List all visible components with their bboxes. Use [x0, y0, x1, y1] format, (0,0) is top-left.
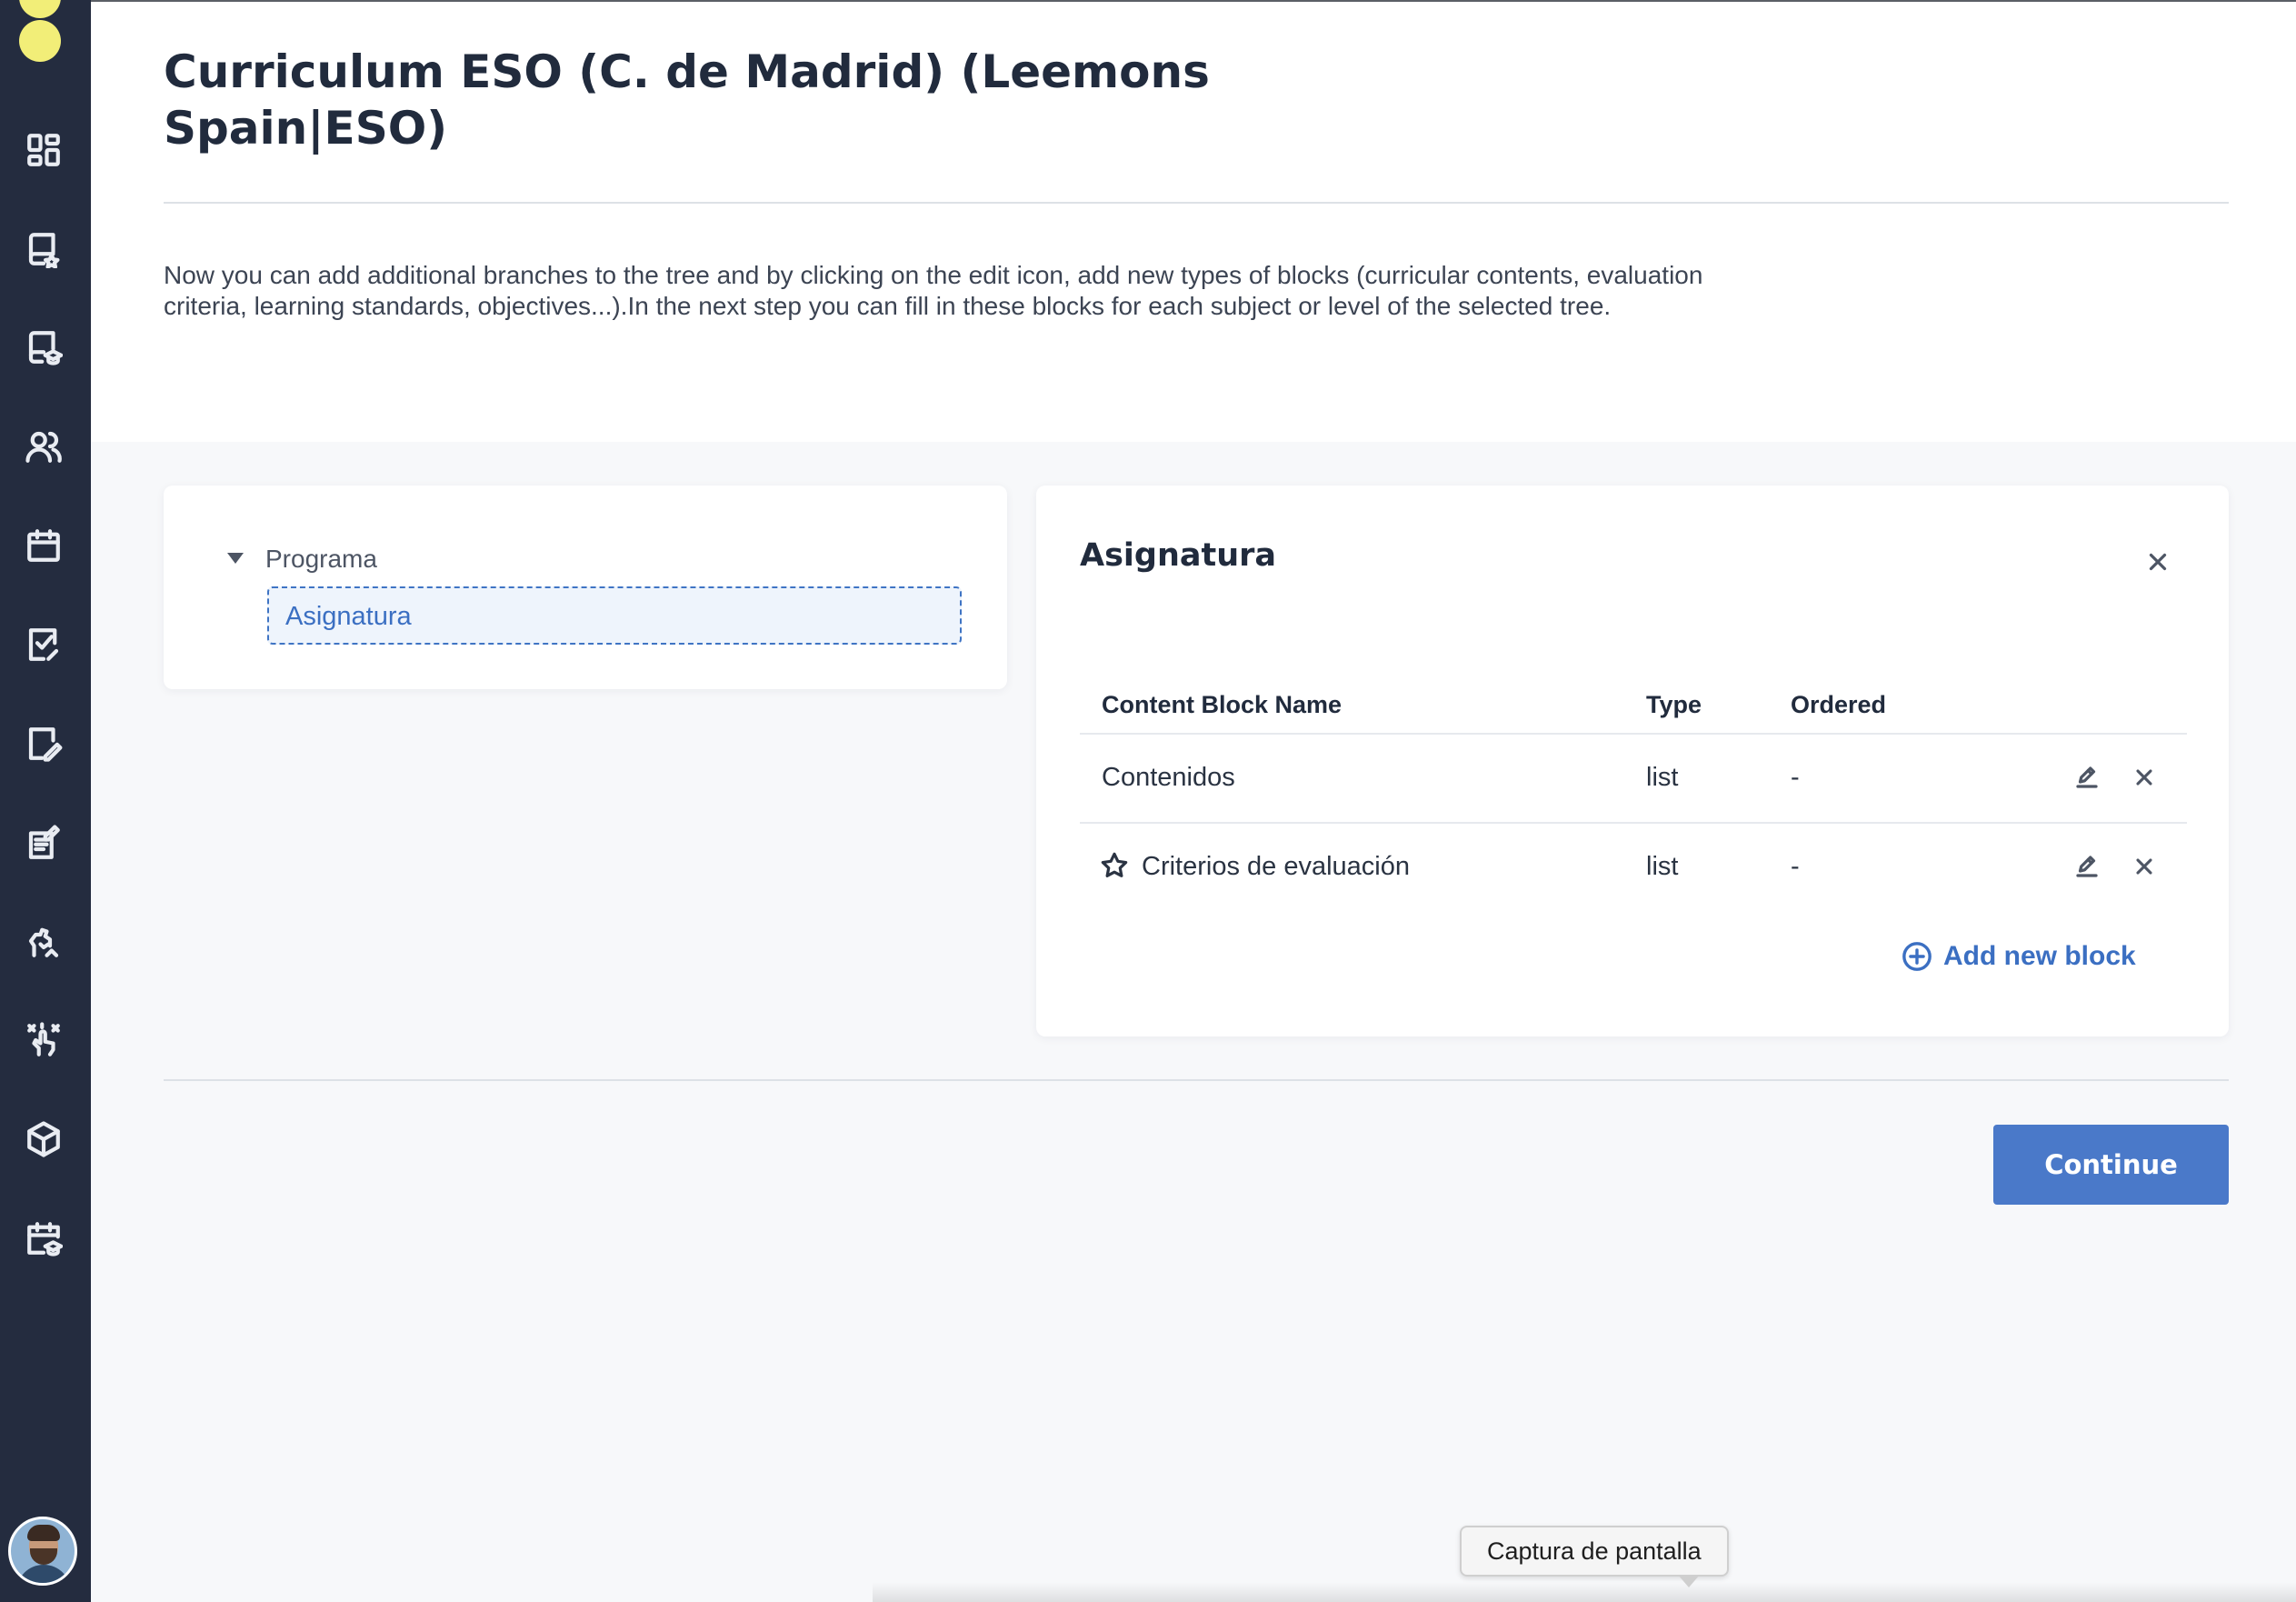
user-avatar[interactable]: [8, 1517, 77, 1586]
tooltip-pointer: [1678, 1575, 1700, 1587]
add-new-block-label: Add new block: [1943, 941, 2136, 971]
page-description: Now you can add additional branches to t…: [164, 261, 1703, 320]
header-divider: [164, 202, 2229, 204]
footer-divider: [164, 1079, 2229, 1081]
plus-circle-icon: [1902, 942, 1932, 971]
continue-button[interactable]: Continue: [1993, 1125, 2229, 1205]
delete-icon[interactable]: [2124, 846, 2164, 886]
main-area: Curriculum ESO (C. de Madrid) (Leemons S…: [91, 0, 2296, 1602]
notes-icon[interactable]: [24, 823, 64, 863]
star-icon[interactable]: [1100, 851, 1131, 882]
tree-node-selected[interactable]: Asignatura: [267, 586, 962, 645]
sidebar: [0, 0, 91, 1602]
page-title: Curriculum ESO (C. de Madrid) (Leemons S…: [164, 45, 1210, 155]
row-ordered: -: [1791, 763, 1800, 792]
users-icon[interactable]: [24, 426, 64, 466]
column-header-name: Content Block Name: [1102, 691, 1343, 718]
screenshot-tooltip: Captura de pantalla: [1460, 1526, 1729, 1577]
app-logo[interactable]: [16, 0, 65, 64]
dashboard-icon[interactable]: [24, 130, 64, 170]
calendar-icon[interactable]: [24, 526, 64, 566]
row-ordered: -: [1791, 852, 1800, 881]
row-name: Contenidos: [1102, 763, 1235, 792]
column-header-type: Type: [1646, 691, 1702, 718]
edit-document-icon[interactable]: [24, 724, 64, 764]
close-icon[interactable]: [2138, 542, 2178, 582]
edit-icon[interactable]: [2067, 846, 2107, 886]
book-star-icon[interactable]: [24, 229, 64, 269]
add-new-block-button[interactable]: Add new block: [1902, 936, 2136, 976]
tree-node-label: Asignatura: [285, 602, 412, 631]
table-row: Criterios de evaluación list -: [1080, 824, 2187, 913]
page-header: Curriculum ESO (C. de Madrid) (Leemons S…: [91, 0, 2296, 442]
column-header-ordered: Ordered: [1791, 691, 1887, 718]
row-type: list: [1646, 763, 1679, 792]
task-check-icon[interactable]: [24, 625, 64, 665]
calendar-graduation-icon[interactable]: [24, 1218, 64, 1258]
detail-panel: Asignatura Content Block Name Type Order…: [1036, 486, 2229, 1036]
tree-panel: Programa Asignatura: [164, 486, 1007, 689]
window-top-border: [91, 0, 2296, 2]
book-graduation-icon[interactable]: [24, 327, 64, 367]
dock-shadow: [873, 1582, 2296, 1602]
detail-title: Asignatura: [1080, 537, 1277, 574]
row-name: Criterios de evaluación: [1142, 852, 1410, 881]
content-area: Programa Asignatura Asignatura Content B…: [91, 442, 2296, 1602]
row-type: list: [1646, 852, 1679, 881]
touch-gesture-icon[interactable]: [24, 1020, 64, 1060]
edit-icon[interactable]: [2067, 757, 2107, 797]
box-icon[interactable]: [24, 1119, 64, 1159]
caret-down-icon[interactable]: [227, 553, 244, 564]
tree-node-root[interactable]: Programa: [265, 544, 377, 575]
delete-icon[interactable]: [2124, 757, 2164, 797]
table-row: Contenidos list -: [1080, 735, 2187, 824]
puzzle-hand-icon[interactable]: [24, 921, 64, 961]
